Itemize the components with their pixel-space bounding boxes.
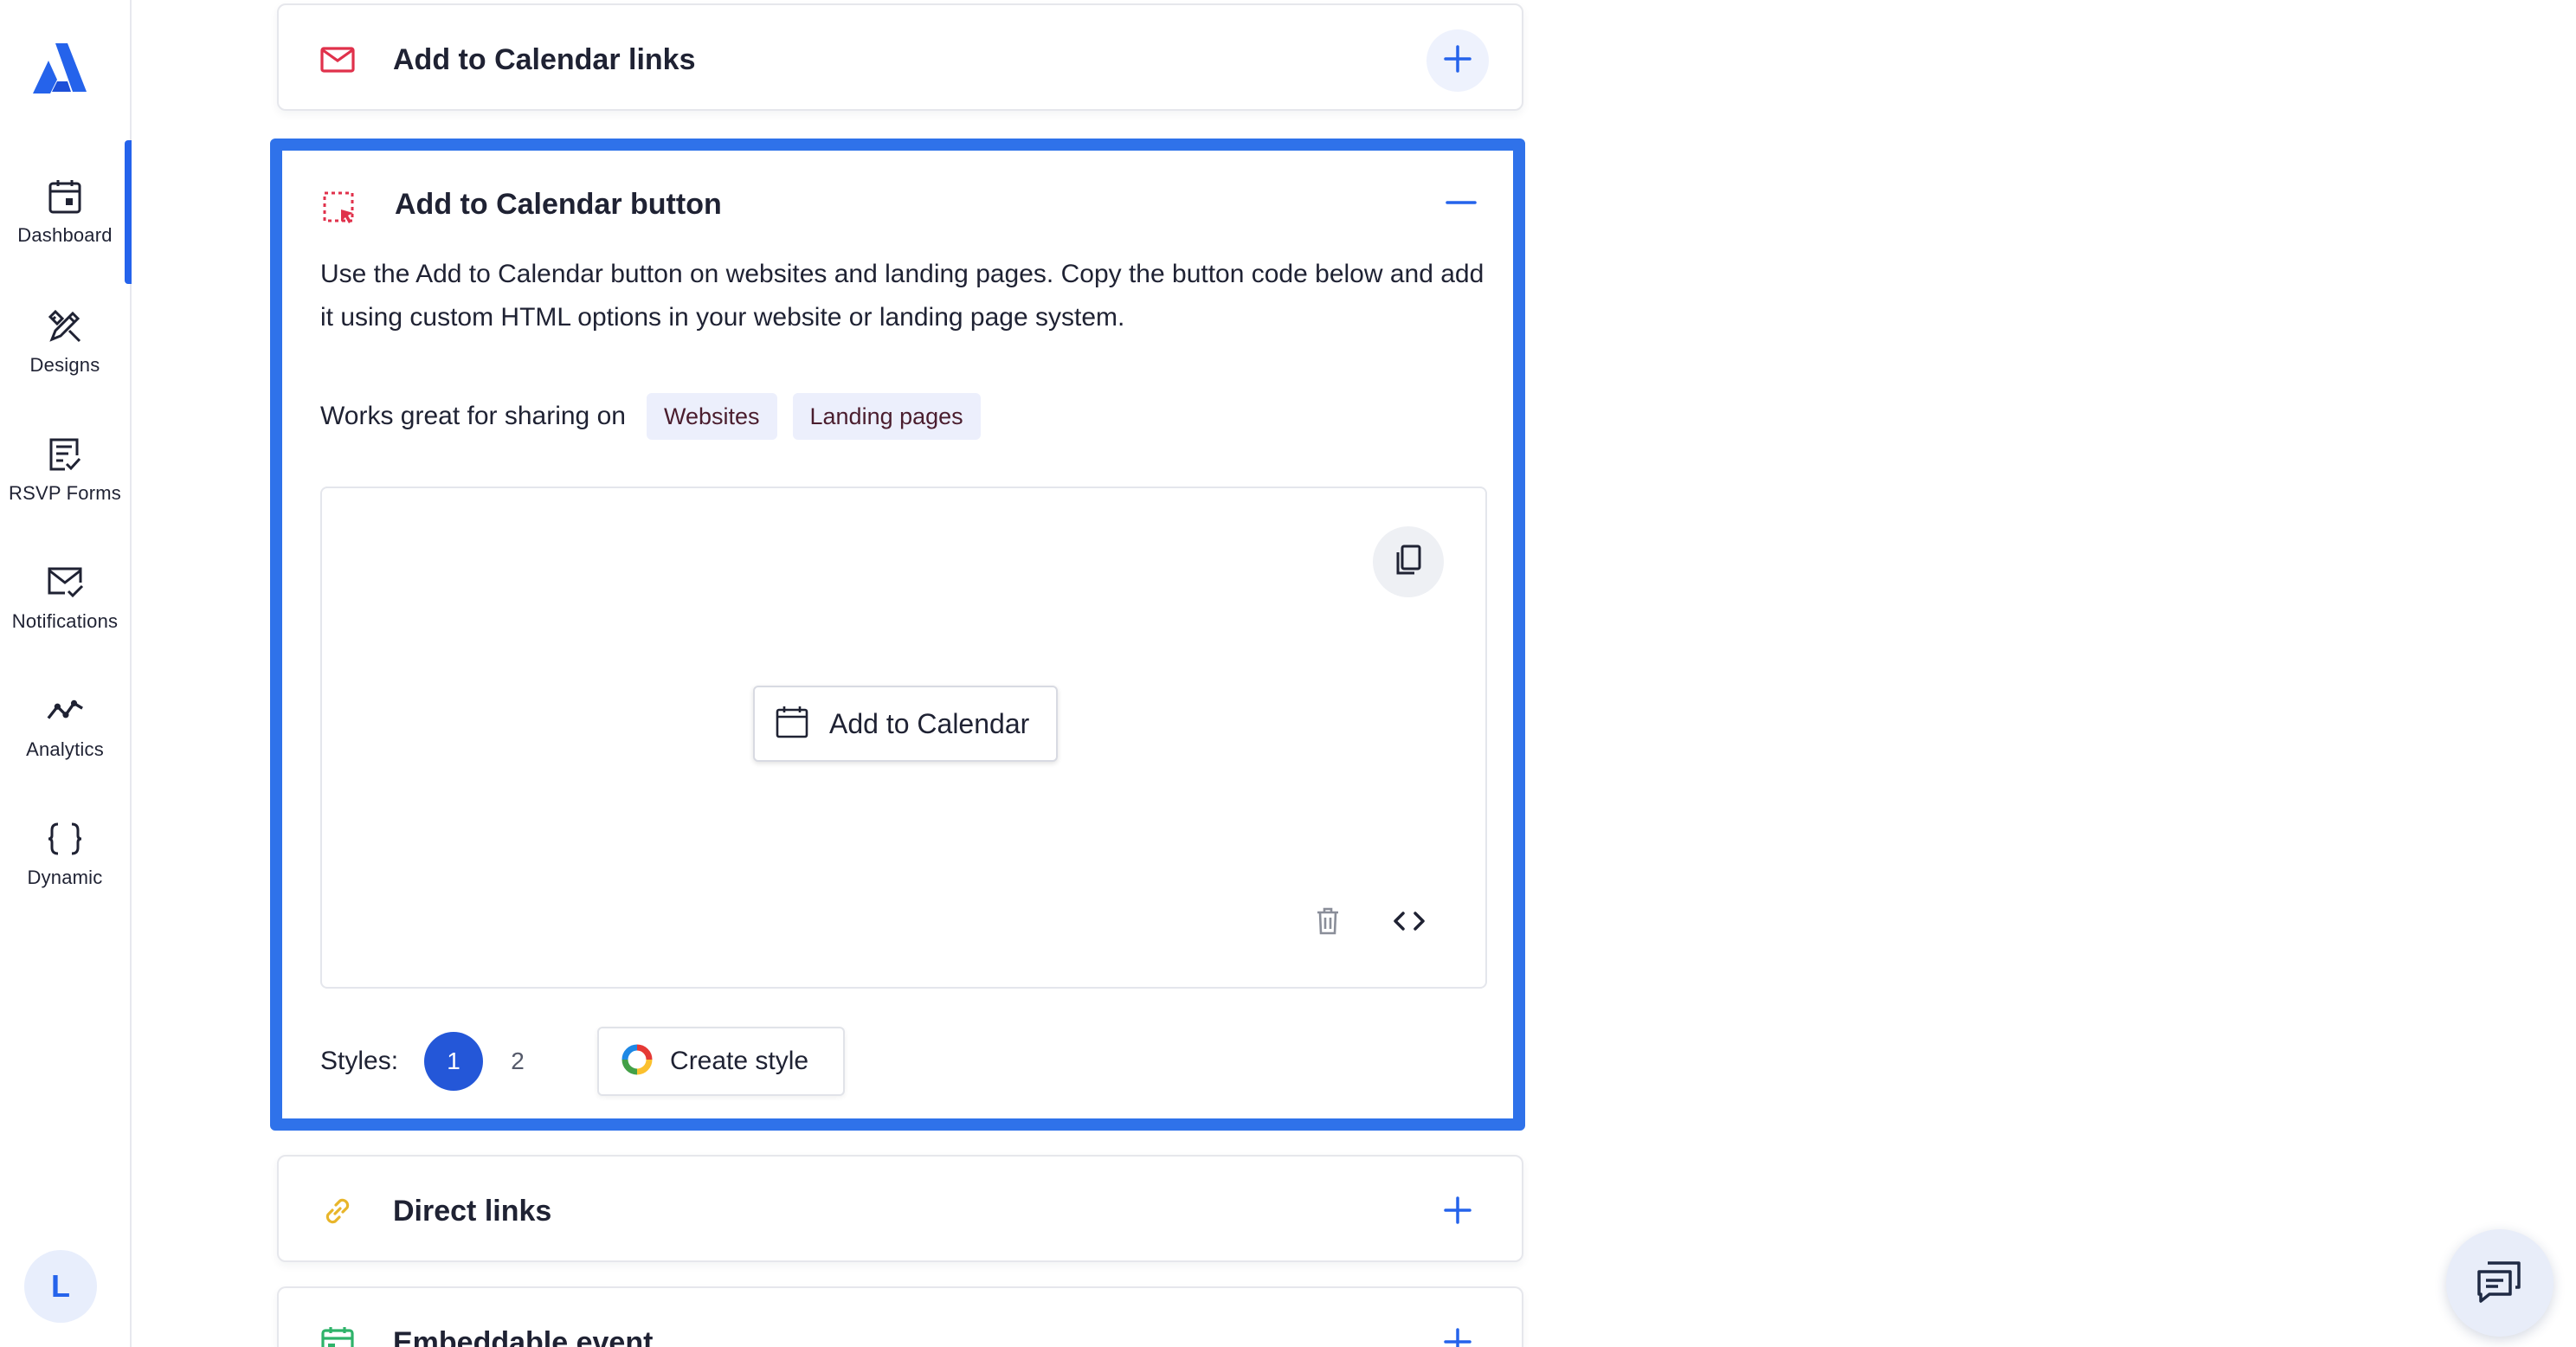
- select-cursor-icon: [322, 190, 357, 225]
- sidebar-item-dashboard[interactable]: Dashboard: [0, 156, 130, 268]
- sidebar-item-label: Notifications: [11, 610, 119, 632]
- styles-label: Styles:: [320, 1047, 399, 1075]
- sidebar-item-notifications[interactable]: Notifications: [0, 542, 130, 654]
- trend-line-icon: [46, 692, 84, 730]
- styles-row: Styles: 1 2 Create style: [320, 1027, 846, 1096]
- mail-icon: [320, 42, 355, 77]
- card-header[interactable]: Add to Calendar button: [282, 151, 1513, 246]
- sidebar-item-dynamic[interactable]: Dynamic: [0, 798, 130, 911]
- code-brackets-icon: [1392, 909, 1426, 938]
- chat-bubbles-icon: [2476, 1258, 2524, 1309]
- button-preview-area: Add to Calendar: [320, 487, 1487, 989]
- create-style-button[interactable]: Create style: [597, 1027, 846, 1096]
- card-add-to-calendar-button: Add to Calendar button Use the Add to Ca…: [270, 139, 1525, 1131]
- trash-icon: [1316, 907, 1340, 939]
- sidebar-item-label: RSVP Forms: [9, 482, 121, 504]
- calendar-green-icon: [320, 1325, 355, 1347]
- delete-button[interactable]: [1309, 904, 1347, 942]
- card-title: Direct links: [393, 1195, 552, 1228]
- curly-braces-icon: [46, 820, 84, 858]
- app-logo-icon[interactable]: [29, 38, 90, 99]
- card-header[interactable]: Direct links: [279, 1157, 1522, 1266]
- sidebar-item-designs[interactable]: Designs: [0, 286, 130, 398]
- style-option-1[interactable]: 1: [424, 1032, 484, 1091]
- mail-check-icon: [46, 564, 84, 602]
- plus-icon: [1442, 43, 1473, 79]
- view-code-button[interactable]: [1383, 900, 1435, 945]
- card-title: Embeddable event: [393, 1326, 654, 1347]
- tag-websites: Websites: [646, 393, 777, 440]
- sidebar-item-label: Designs: [29, 354, 100, 376]
- support-chat-button[interactable]: [2446, 1229, 2553, 1337]
- add-to-calendar-preview-button[interactable]: Add to Calendar: [753, 686, 1058, 762]
- create-style-label: Create style: [670, 1047, 809, 1075]
- sidebar-item-rsvp-forms[interactable]: RSVP Forms: [0, 414, 130, 526]
- works-great-label: Works great for sharing on: [320, 402, 626, 430]
- calendar-icon: [46, 177, 84, 216]
- color-wheel-icon: [621, 1044, 653, 1080]
- expand-button[interactable]: [1426, 1312, 1489, 1347]
- design-tools-icon: [46, 307, 84, 345]
- minus-icon: [1446, 187, 1477, 222]
- card-header[interactable]: Embeddable event: [279, 1288, 1522, 1347]
- form-check-icon: [46, 435, 84, 474]
- card-title: Add to Calendar button: [395, 188, 722, 221]
- copy-icon: [1394, 544, 1423, 581]
- card-title: Add to Calendar links: [393, 43, 696, 76]
- user-avatar[interactable]: L: [24, 1250, 97, 1323]
- plus-icon: [1442, 1326, 1473, 1347]
- sidebar-item-label: Dynamic: [27, 867, 103, 888]
- calendar-outline-icon: [776, 706, 808, 743]
- expand-button[interactable]: [1426, 1181, 1489, 1243]
- works-great-row: Works great for sharing on Websites Land…: [320, 393, 996, 440]
- card-add-to-calendar-links: Add to Calendar links: [277, 3, 1523, 111]
- sidebar-item-label: Dashboard: [17, 224, 113, 246]
- plus-icon: [1442, 1195, 1473, 1230]
- sidebar-item-label: Analytics: [26, 738, 104, 760]
- card-direct-links: Direct links: [277, 1155, 1523, 1262]
- style-option-2[interactable]: 2: [488, 1032, 547, 1091]
- collapse-button[interactable]: [1430, 173, 1492, 235]
- add-to-calendar-label: Add to Calendar: [829, 707, 1030, 739]
- sidebar-item-analytics[interactable]: Analytics: [0, 670, 130, 783]
- card-description: Use the Add to Calendar button on websit…: [320, 260, 1484, 332]
- link-icon: [320, 1194, 355, 1228]
- expand-button[interactable]: [1426, 29, 1489, 92]
- copy-button[interactable]: [1373, 526, 1444, 597]
- card-embeddable-event: Embeddable event: [277, 1286, 1523, 1347]
- sidebar: Dashboard Designs RSVP Forms Notificatio…: [0, 0, 132, 1347]
- tag-landing-pages: Landing pages: [792, 393, 981, 440]
- card-header[interactable]: Add to Calendar links: [279, 5, 1522, 114]
